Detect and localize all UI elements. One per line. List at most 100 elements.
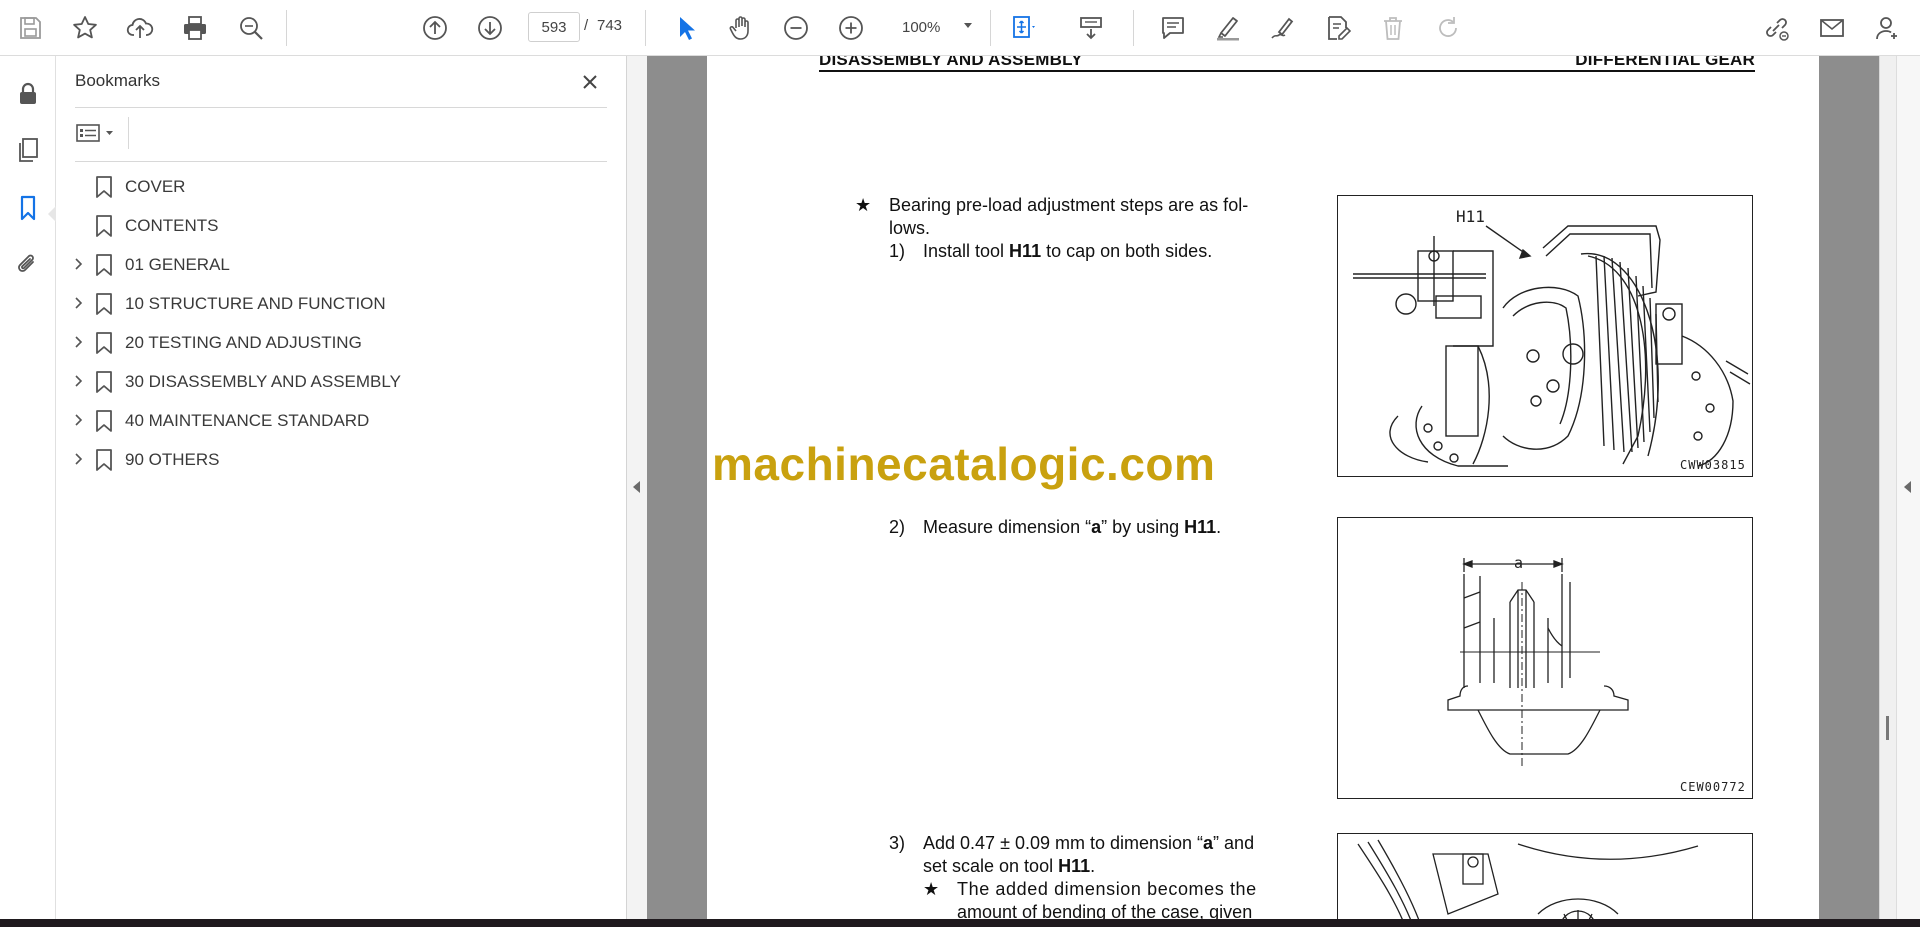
figure-callout: H11 bbox=[1456, 207, 1485, 226]
bookmark-label: COVER bbox=[125, 177, 186, 196]
delete-icon[interactable] bbox=[1375, 10, 1411, 46]
scrollbar-thumb[interactable] bbox=[1886, 716, 1889, 740]
toolbar-separator bbox=[1133, 10, 1134, 46]
bookmark-flag-icon bbox=[96, 449, 112, 471]
print-icon[interactable] bbox=[177, 10, 213, 46]
page-total: 743 bbox=[597, 17, 623, 34]
select-pointer-icon[interactable] bbox=[668, 10, 704, 46]
pages-icon[interactable] bbox=[12, 134, 44, 166]
top-toolbar: 593 / 743 100% bbox=[0, 0, 1920, 56]
bookmark-label: 40 MAINTENANCE STANDARD bbox=[125, 411, 370, 430]
bookmark-flag-icon bbox=[96, 254, 112, 276]
pdf-viewer-app: 593 / 743 100% Bookmarks COVER CONTENTS … bbox=[0, 0, 1920, 927]
hand-icon[interactable] bbox=[723, 10, 759, 46]
bookmark-icon[interactable] bbox=[12, 192, 44, 224]
bookmark-item-cover[interactable]: COVER bbox=[56, 170, 626, 202]
page-number-input[interactable]: 593 bbox=[528, 12, 580, 42]
bookmark-label: CONTENTS bbox=[125, 216, 219, 235]
chevron-right-icon[interactable] bbox=[72, 335, 86, 349]
chevron-right-icon[interactable] bbox=[72, 374, 86, 388]
note-line: amount of bending of the case, given bbox=[957, 902, 1253, 919]
vertical-scrollbar[interactable] bbox=[1879, 56, 1896, 919]
close-icon[interactable] bbox=[576, 68, 604, 96]
share-link-icon[interactable] bbox=[1758, 10, 1794, 46]
zoom-in-icon[interactable] bbox=[833, 10, 869, 46]
page-separator: / bbox=[584, 17, 589, 34]
bookmark-item-disassembly[interactable]: 30 DISASSEMBLY AND ASSEMBLY bbox=[56, 365, 626, 397]
left-navigation-rail bbox=[0, 56, 56, 919]
bookmark-flag-icon bbox=[96, 176, 112, 198]
bookmark-item-testing[interactable]: 20 TESTING AND ADJUSTING bbox=[56, 326, 626, 358]
bookmark-flag-icon bbox=[96, 410, 112, 432]
chevron-down-icon[interactable] bbox=[964, 23, 972, 28]
bookmark-item-contents[interactable]: CONTENTS bbox=[56, 209, 626, 241]
step-number: 3) bbox=[889, 833, 906, 853]
bookmark-label: 30 DISASSEMBLY AND ASSEMBLY bbox=[125, 372, 401, 391]
bookmark-item-maintenance[interactable]: 40 MAINTENANCE STANDARD bbox=[56, 404, 626, 436]
page-up-icon[interactable] bbox=[417, 10, 453, 46]
page-header-left: DISASSEMBLY AND ASSEMBLY bbox=[819, 56, 1083, 69]
bookmark-item-general[interactable]: 01 GENERAL bbox=[56, 248, 626, 280]
toolbar-separator bbox=[286, 10, 287, 46]
sign-icon[interactable] bbox=[1265, 10, 1301, 46]
figure-callout: a bbox=[1514, 554, 1523, 572]
bookmark-label: 10 STRUCTURE AND FUNCTION bbox=[125, 294, 386, 313]
figure-code: CWW03815 bbox=[1680, 458, 1746, 472]
bookmark-flag-icon bbox=[96, 215, 112, 237]
account-icon[interactable] bbox=[1870, 10, 1906, 46]
upload-icon[interactable] bbox=[122, 10, 158, 46]
list-options-icon bbox=[76, 124, 113, 142]
save-icon[interactable] bbox=[12, 10, 48, 46]
lock-icon[interactable] bbox=[12, 78, 44, 110]
bookmark-label: 90 OTHERS bbox=[125, 450, 220, 469]
figure-partial bbox=[1337, 833, 1753, 919]
search-icon[interactable] bbox=[233, 10, 269, 46]
step-text: Add 0.47 ± 0.09 mm to dimension “a” and bbox=[923, 833, 1255, 853]
step-text: set scale on tool H11. bbox=[923, 856, 1096, 876]
taskbar-edge bbox=[0, 919, 1920, 927]
divider bbox=[128, 117, 129, 149]
chevron-right-icon[interactable] bbox=[72, 452, 86, 466]
collapse-left-icon[interactable] bbox=[633, 481, 640, 493]
watermark-text: machinecatalogic.com bbox=[712, 438, 1216, 490]
bookmark-label: 01 GENERAL bbox=[125, 255, 230, 274]
chevron-right-icon[interactable] bbox=[72, 413, 86, 427]
expand-right-panel-icon[interactable] bbox=[1904, 481, 1911, 493]
bookmark-options-button[interactable] bbox=[75, 118, 123, 148]
divider bbox=[75, 107, 607, 108]
divider bbox=[75, 161, 607, 162]
bookmark-label: 20 TESTING AND ADJUSTING bbox=[125, 333, 362, 352]
step-text: Measure dimension “a” by using H11. bbox=[923, 517, 1222, 537]
active-panel-indicator bbox=[48, 206, 56, 222]
bookmark-flag-icon bbox=[96, 371, 112, 393]
highlighter-icon[interactable] bbox=[1210, 10, 1246, 46]
differential-assembly-drawing: H11 bbox=[1353, 207, 1751, 467]
edit-pdf-icon[interactable] bbox=[1320, 10, 1356, 46]
panel-title: Bookmarks bbox=[75, 71, 161, 90]
header-rule bbox=[819, 70, 1755, 72]
page-down-icon[interactable] bbox=[472, 10, 508, 46]
email-icon[interactable] bbox=[1814, 10, 1850, 46]
star-bullet: ★ bbox=[923, 879, 940, 899]
document-viewport[interactable]: DISASSEMBLY AND ASSEMBLY DIFFERENTIAL GE… bbox=[647, 56, 1879, 919]
comment-icon[interactable] bbox=[1155, 10, 1191, 46]
scroll-mode-icon[interactable] bbox=[1073, 10, 1109, 46]
bookmark-item-others[interactable]: 90 OTHERS bbox=[56, 443, 626, 475]
redo-icon[interactable] bbox=[1430, 10, 1466, 46]
zoom-out-icon[interactable] bbox=[778, 10, 814, 46]
note-line: Bearing pre-load adjustment steps are as… bbox=[889, 195, 1249, 215]
star-bullet: ★ bbox=[855, 195, 872, 215]
step-text: Install tool H11 to cap on both sides. bbox=[923, 241, 1213, 261]
star-icon[interactable] bbox=[67, 10, 103, 46]
fit-page-icon[interactable] bbox=[1006, 10, 1042, 46]
step-number: 2) bbox=[889, 517, 906, 537]
bookmark-flag-icon bbox=[96, 332, 112, 354]
step-number: 1) bbox=[889, 241, 906, 261]
attachment-icon[interactable] bbox=[12, 248, 44, 280]
figure-code: CEW00772 bbox=[1680, 780, 1746, 794]
note-line: The added dimension becomes the bbox=[957, 879, 1257, 899]
chevron-right-icon[interactable] bbox=[72, 296, 86, 310]
chevron-right-icon[interactable] bbox=[72, 257, 86, 271]
bookmark-item-structure[interactable]: 10 STRUCTURE AND FUNCTION bbox=[56, 287, 626, 319]
zoom-select[interactable]: 100% bbox=[888, 12, 976, 42]
